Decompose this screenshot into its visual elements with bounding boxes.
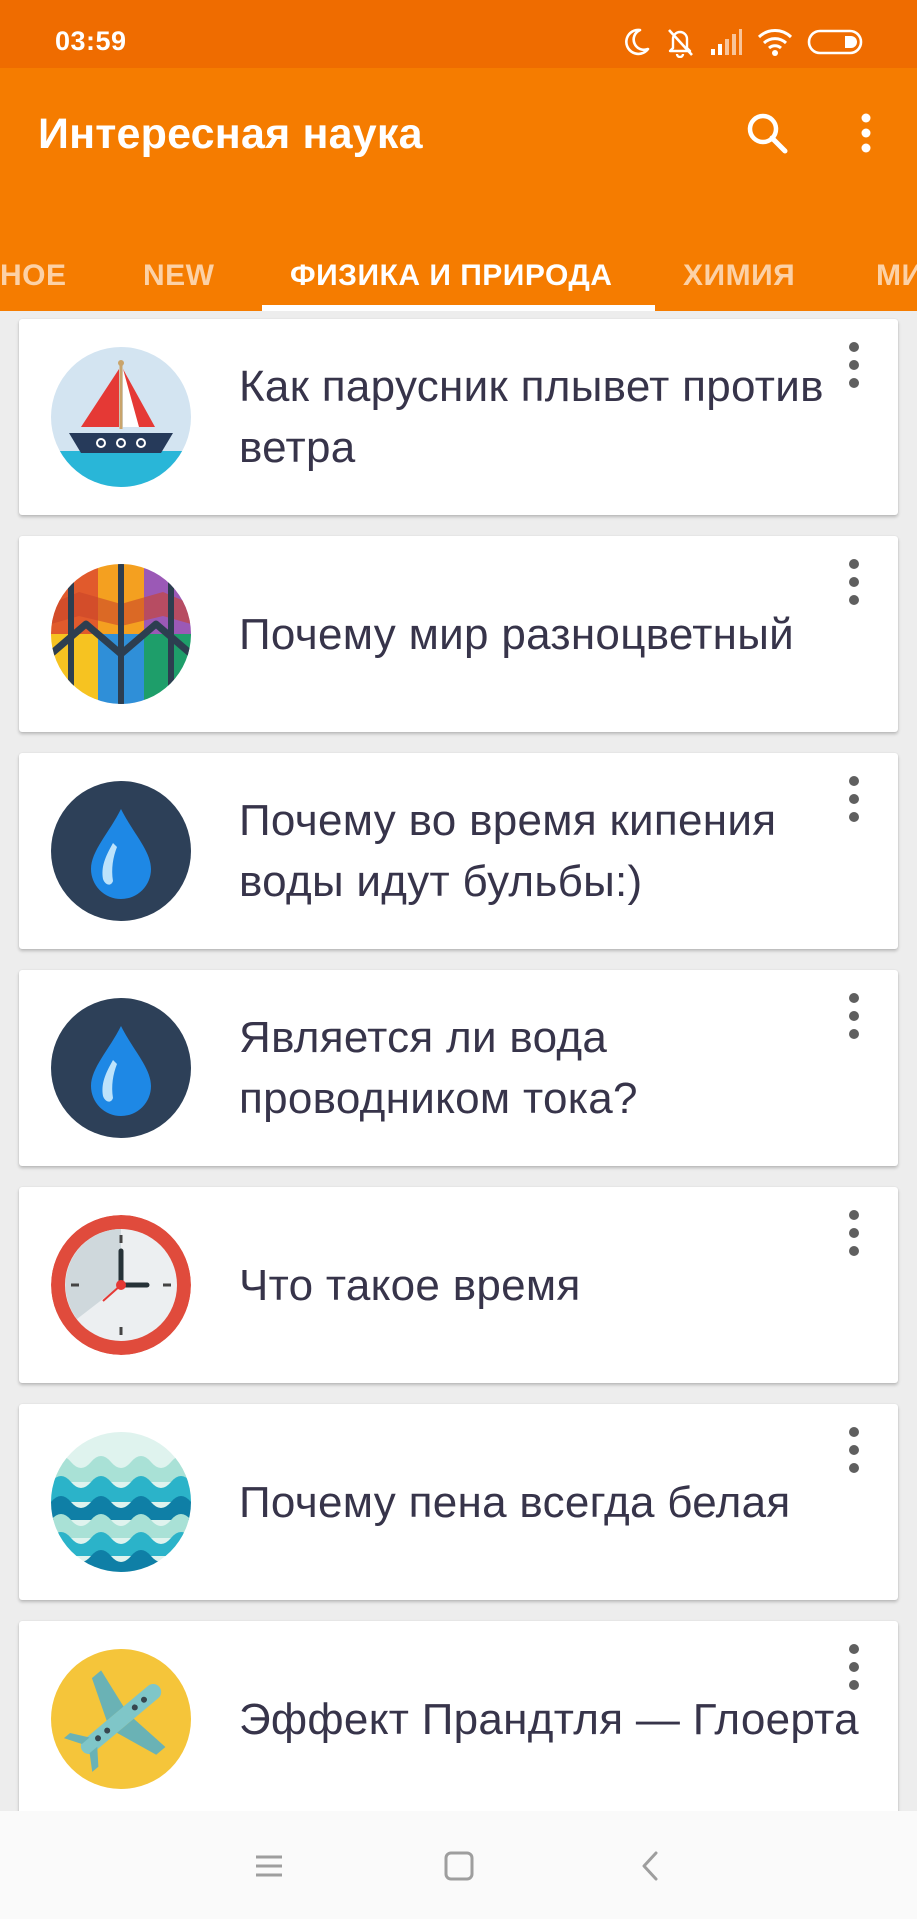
article-title: Почему мир разноцветный (239, 609, 795, 659)
more-vert-icon[interactable] (844, 775, 864, 823)
screen: 03:59 Интересная наука НОЕ NEW ФИЗИКА И … (0, 0, 917, 1919)
article-title: Почему пена всегда белая (239, 1477, 791, 1527)
moon-icon (625, 28, 650, 56)
app-bar: Интересная наука НОЕ NEW ФИЗИКА И ПРИРОД… (0, 68, 917, 311)
more-vert-icon[interactable] (844, 992, 864, 1040)
signal-icon (711, 29, 742, 55)
bell-off-icon (668, 29, 693, 58)
tab-new[interactable]: NEW (143, 228, 215, 311)
status-time: 03:59 (55, 26, 127, 56)
water-drop-icon (51, 781, 191, 921)
battery-icon (807, 29, 863, 55)
article-card[interactable]: Эффект Прандтля — Глоерта (19, 1621, 898, 1811)
more-vert-icon[interactable] (844, 1209, 864, 1257)
more-vert-icon (861, 113, 871, 153)
tab-hoe[interactable]: НОЕ (0, 228, 67, 311)
more-vert-icon[interactable] (844, 1426, 864, 1474)
article-list: Как парусник плывет против ветра Почему … (0, 311, 917, 1811)
article-card[interactable]: Что такое время (19, 1187, 898, 1383)
article-card[interactable]: Является ли вода проводником тока? (19, 970, 898, 1166)
clock-icon (51, 1215, 191, 1355)
colorful-ball-icon (51, 564, 191, 704)
search-icon (747, 113, 788, 154)
more-options-button[interactable] (846, 106, 886, 162)
app-title: Интересная наука (38, 110, 423, 158)
article-card[interactable]: Как парусник плывет против ветра (19, 319, 898, 515)
water-drop-icon (51, 998, 191, 1138)
article-card[interactable]: Почему мир разноцветный (19, 536, 898, 732)
status-bar: 03:59 (0, 0, 917, 68)
article-title: Как парусник плывет против ветра (239, 362, 824, 472)
home-icon[interactable] (434, 1841, 484, 1891)
article-title: Почему во время кипения воды идут бульбы… (239, 796, 777, 906)
tab-chemistry[interactable]: ХИМИЯ (683, 228, 795, 311)
menu-icon[interactable] (244, 1841, 294, 1891)
more-vert-icon[interactable] (844, 558, 864, 606)
navigation-bar (0, 1811, 917, 1919)
tab-physics-nature[interactable]: ФИЗИКА И ПРИРОДА (290, 228, 612, 311)
back-icon[interactable] (626, 1841, 676, 1891)
article-title: Что такое время (239, 1260, 581, 1310)
article-card[interactable]: Почему во время кипения воды идут бульбы… (19, 753, 898, 949)
airplane-icon (51, 1649, 191, 1789)
status-icons (621, 22, 865, 62)
more-vert-icon[interactable] (844, 1643, 864, 1691)
article-title: Является ли вода проводником тока? (239, 1013, 638, 1123)
tab-next[interactable]: МИ (876, 228, 917, 311)
article-card[interactable]: Почему пена всегда белая (19, 1404, 898, 1600)
wifi-icon (757, 29, 793, 56)
category-tabs: НОЕ NEW ФИЗИКА И ПРИРОДА ХИМИЯ МИ (0, 228, 917, 311)
article-title: Эффект Прандтля — Глоерта (239, 1694, 859, 1744)
waves-icon (51, 1432, 191, 1572)
search-button[interactable] (740, 106, 796, 162)
more-vert-icon[interactable] (844, 341, 864, 389)
sailboat-icon (51, 347, 191, 487)
